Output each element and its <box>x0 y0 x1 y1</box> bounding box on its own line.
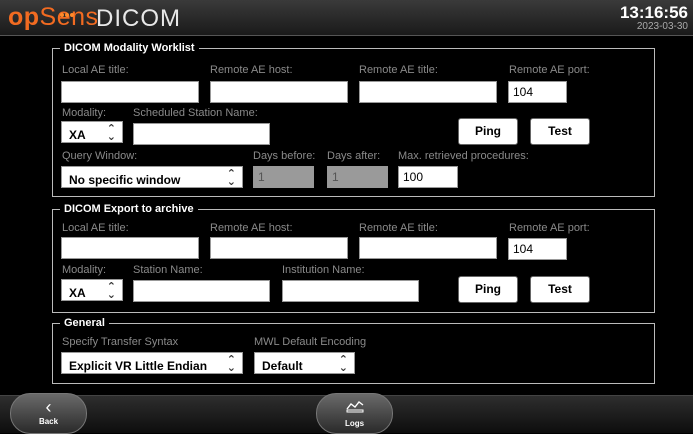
worklist-scheduled-station-label: Scheduled Station Name: <box>133 107 258 119</box>
export-institution-name-label: Institution Name: <box>282 264 365 276</box>
export-station-name-label: Station Name: <box>133 264 203 276</box>
logo-op: op <box>8 3 40 31</box>
worklist-days-after-label: Days after: <box>327 150 381 162</box>
worklist-days-before-input[interactable]: 1 <box>253 166 314 188</box>
export-local-ae-title-input[interactable] <box>61 237 199 259</box>
chevron-updown-icon: ⌃ ⌄ <box>106 281 116 301</box>
export-institution-name-input[interactable] <box>282 280 419 302</box>
export-modality-label: Modality: <box>62 264 107 276</box>
worklist-modality-label: Modality: <box>62 107 107 119</box>
export-local-ae-title-label: Local AE title: <box>62 222 129 234</box>
worklist-max-retrieved-label: Max. retrieved procedures: <box>398 150 529 162</box>
export-remote-ae-port-label: Remote AE port: <box>509 222 590 234</box>
export-remote-ae-port-input[interactable]: 104 <box>508 238 567 260</box>
worklist-modality-value: XA <box>69 128 86 142</box>
worklist-query-window-select[interactable]: No specific window ⌃ ⌄ <box>61 166 243 188</box>
back-button-label: Back <box>38 417 59 426</box>
export-remote-ae-title-input[interactable] <box>359 237 497 259</box>
worklist-remote-ae-host-input[interactable] <box>210 81 348 103</box>
general-legend: General <box>60 317 109 329</box>
worklist-remote-ae-title-label: Remote AE title: <box>359 64 438 76</box>
worklist-remote-ae-host-label: Remote AE host: <box>210 64 293 76</box>
worklist-scheduled-station-input[interactable] <box>133 123 270 145</box>
transfer-syntax-value: Explicit VR Little Endian <box>69 359 208 373</box>
back-button[interactable]: ‹ Back <box>10 393 87 434</box>
transfer-syntax-select[interactable]: Explicit VR Little Endian ⌃ ⌄ <box>61 352 243 374</box>
header-bar: opSens DICOM 13:16:56 2023-03-30 <box>0 0 693 36</box>
logs-button[interactable]: Logs <box>316 393 393 434</box>
page-title: DICOM <box>96 5 181 32</box>
worklist-query-window-value: No specific window <box>69 173 181 187</box>
clock-time: 13:16:56 <box>619 3 688 22</box>
mwl-encoding-select[interactable]: Default ⌃ ⌄ <box>254 352 355 374</box>
worklist-query-window-label: Query Window: <box>62 150 138 162</box>
export-legend: DICOM Export to archive <box>60 203 198 215</box>
worklist-test-button[interactable]: Test <box>530 118 590 145</box>
export-remote-ae-host-input[interactable] <box>210 237 348 259</box>
export-remote-ae-host-label: Remote AE host: <box>210 222 293 234</box>
export-test-button[interactable]: Test <box>530 276 590 303</box>
chevron-updown-icon: ⌃ ⌄ <box>226 168 236 188</box>
clock-date: 2023-03-30 <box>636 21 688 32</box>
logs-icon <box>317 400 392 418</box>
export-remote-ae-title-label: Remote AE title: <box>359 222 438 234</box>
worklist-remote-ae-port-input[interactable]: 104 <box>508 81 567 103</box>
worklist-remote-ae-port-label: Remote AE port: <box>509 64 590 76</box>
export-modality-value: XA <box>69 286 86 300</box>
opsens-logo: opSens <box>8 3 99 32</box>
export-ping-button[interactable]: Ping <box>458 276 518 303</box>
export-modality-select[interactable]: XA ⌃ ⌄ <box>61 279 123 301</box>
mwl-encoding-value: Default <box>262 359 303 373</box>
logo-dots-icon <box>60 4 78 17</box>
chevron-updown-icon: ⌃ ⌄ <box>226 354 236 374</box>
worklist-local-ae-title-input[interactable] <box>61 81 199 103</box>
chevron-updown-icon: ⌃ ⌄ <box>338 354 348 374</box>
worklist-days-before-label: Days before: <box>253 150 316 162</box>
export-station-name-input[interactable] <box>133 280 270 302</box>
transfer-syntax-label: Specify Transfer Syntax <box>62 336 179 348</box>
mwl-encoding-label: MWL Default Encoding <box>254 336 367 348</box>
worklist-modality-select[interactable]: XA ⌃ ⌄ <box>61 121 123 143</box>
worklist-remote-ae-title-input[interactable] <box>359 81 497 103</box>
chevron-updown-icon: ⌃ ⌄ <box>106 123 116 143</box>
worklist-ping-button[interactable]: Ping <box>458 118 518 145</box>
worklist-local-ae-title-label: Local AE title: <box>62 64 129 76</box>
worklist-max-retrieved-input[interactable]: 100 <box>398 166 458 188</box>
chevron-left-icon: ‹ <box>45 397 52 417</box>
worklist-days-after-input[interactable]: 1 <box>327 166 388 188</box>
logs-button-label: Logs <box>344 419 365 428</box>
worklist-legend: DICOM Modality Worklist <box>60 42 199 54</box>
